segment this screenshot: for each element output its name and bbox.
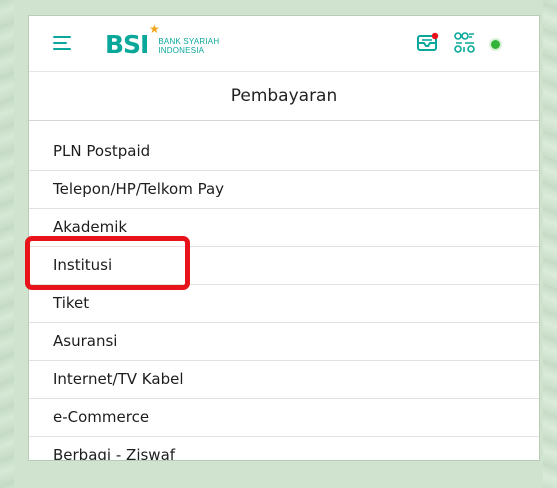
list-item-ecommerce[interactable]: e-Commerce bbox=[29, 399, 539, 437]
top-bar: BSI ★ BANK SYARIAH INDONESIA bbox=[29, 16, 539, 72]
logo-text: BANK SYARIAH INDONESIA bbox=[158, 37, 219, 58]
background-left bbox=[0, 0, 14, 488]
list-item-tiket[interactable]: Tiket bbox=[29, 285, 539, 323]
list-item-telepon[interactable]: Telepon/HP/Telkom Pay bbox=[29, 171, 539, 209]
mail-icon[interactable] bbox=[416, 31, 440, 53]
qr-icon[interactable] bbox=[454, 32, 476, 54]
logo-star-icon: ★ bbox=[149, 22, 160, 36]
bsi-logo: BSI ★ BANK SYARIAH INDONESIA bbox=[105, 22, 219, 59]
list-item-berbagi-ziswaf[interactable]: Berbagi - Ziswaf bbox=[29, 437, 539, 460]
status-dot bbox=[491, 40, 500, 49]
list-item-internet-tv[interactable]: Internet/TV Kabel bbox=[29, 361, 539, 399]
menu-icon[interactable] bbox=[53, 36, 71, 50]
highlight-box bbox=[25, 236, 190, 290]
logo-text-line1: BANK SYARIAH bbox=[158, 37, 220, 46]
background-right bbox=[543, 0, 557, 488]
page-title: Pembayaran bbox=[29, 72, 539, 121]
list-item-asuransi[interactable]: Asuransi bbox=[29, 323, 539, 361]
logo-text-line2: INDONESIA bbox=[158, 46, 205, 55]
payment-menu-list: PLN Postpaid Telepon/HP/Telkom Pay Akade… bbox=[29, 133, 539, 460]
logo-mark: BSI bbox=[105, 30, 149, 59]
list-item-pln-postpaid[interactable]: PLN Postpaid bbox=[29, 133, 539, 171]
